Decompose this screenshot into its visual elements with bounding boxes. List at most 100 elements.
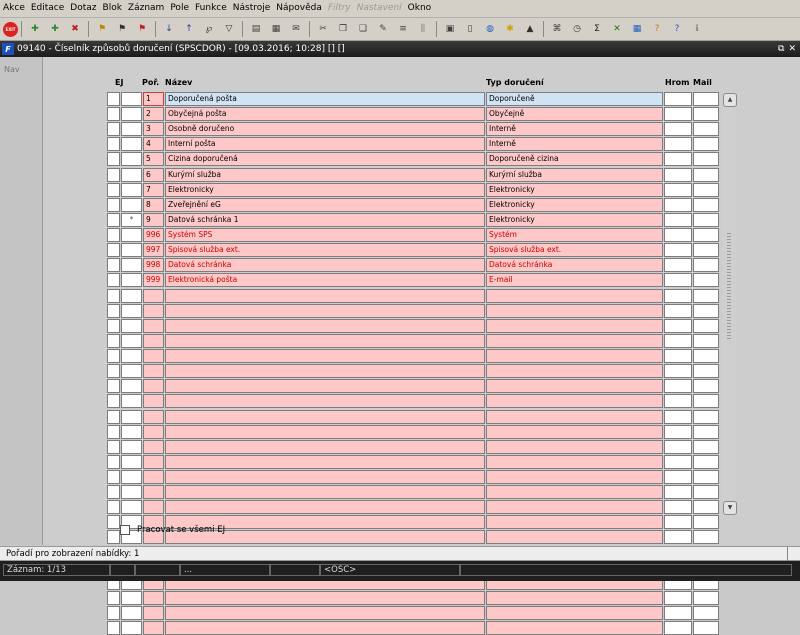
mail-cell[interactable]: [693, 107, 719, 122]
typ-doruceni-cell[interactable]: Elektronicky: [486, 197, 663, 212]
ej-cell[interactable]: [121, 197, 142, 212]
excel-icon[interactable]: ✕: [609, 21, 625, 37]
typ-doruceni-cell[interactable]: [486, 364, 663, 379]
mail-cell[interactable]: [693, 394, 719, 409]
restore-window-icon[interactable]: ⧉: [778, 44, 784, 54]
row-selector[interactable]: [107, 318, 120, 333]
nazev-cell[interactable]: [165, 485, 485, 500]
hrom-cell[interactable]: [664, 470, 692, 484]
hrom-cell[interactable]: [664, 590, 692, 605]
mail-cell[interactable]: [693, 137, 719, 152]
row-selector[interactable]: [107, 349, 120, 364]
hrom-cell[interactable]: [664, 409, 692, 424]
hrom-cell[interactable]: [664, 228, 692, 243]
nazev-cell[interactable]: Datová schránka: [165, 258, 485, 273]
hrom-cell[interactable]: [664, 454, 692, 469]
ej-cell[interactable]: [121, 258, 142, 273]
document-icon[interactable]: ▯: [462, 21, 478, 37]
mail-cell[interactable]: [693, 500, 719, 515]
nazev-cell[interactable]: Cizina doporučená: [165, 152, 485, 167]
ej-cell[interactable]: [121, 500, 142, 515]
hrom-cell[interactable]: [664, 288, 692, 303]
typ-doruceni-cell[interactable]: [486, 470, 663, 484]
menu-editace[interactable]: Editace: [28, 0, 67, 17]
typ-doruceni-cell[interactable]: [486, 454, 663, 469]
typ-doruceni-cell[interactable]: [486, 530, 663, 545]
poradi-cell[interactable]: [143, 424, 164, 439]
typ-doruceni-cell[interactable]: [486, 424, 663, 439]
scroll-down-icon[interactable]: ▼: [723, 501, 737, 515]
row-selector[interactable]: [107, 621, 120, 635]
nazev-cell[interactable]: [165, 333, 485, 348]
row-selector[interactable]: [107, 167, 120, 182]
hrom-cell[interactable]: [664, 379, 692, 394]
hrom-cell[interactable]: [664, 515, 692, 530]
sum-icon[interactable]: Σ: [589, 21, 605, 37]
mail-cell[interactable]: [693, 197, 719, 212]
typ-doruceni-cell[interactable]: Doporučeně: [486, 92, 663, 106]
row-selector[interactable]: [107, 500, 120, 515]
typ-doruceni-cell[interactable]: Kurýrní služba: [486, 167, 663, 182]
typ-doruceni-cell[interactable]: [486, 439, 663, 454]
poradi-cell[interactable]: [143, 409, 164, 424]
ej-cell[interactable]: [121, 439, 142, 454]
context-help-icon[interactable]: ?: [669, 21, 685, 37]
typ-doruceni-cell[interactable]: [486, 394, 663, 409]
row-selector[interactable]: [107, 137, 120, 152]
ej-cell[interactable]: [121, 92, 142, 106]
poradi-cell[interactable]: [143, 454, 164, 469]
row-selector[interactable]: [107, 258, 120, 273]
delete-record-icon[interactable]: ✖: [67, 21, 83, 37]
print-preview-icon[interactable]: ▦: [268, 21, 284, 37]
menu-okno[interactable]: Okno: [405, 0, 435, 17]
poradi-cell[interactable]: 3: [143, 122, 164, 137]
print-icon[interactable]: ▤: [248, 21, 264, 37]
mail-cell[interactable]: [693, 439, 719, 454]
ej-cell[interactable]: [121, 349, 142, 364]
nazev-cell[interactable]: Kurýrní služba: [165, 167, 485, 182]
ej-cell[interactable]: [121, 606, 142, 621]
mail-cell[interactable]: [693, 167, 719, 182]
typ-doruceni-cell[interactable]: Interně: [486, 137, 663, 152]
cancel-query-icon[interactable]: ⚑: [134, 21, 150, 37]
nazev-cell[interactable]: Obyčejná pošta: [165, 107, 485, 122]
hrom-cell[interactable]: [664, 137, 692, 152]
mail-cell[interactable]: [693, 333, 719, 348]
star-icon[interactable]: ✱: [502, 21, 518, 37]
mail-cell[interactable]: [693, 288, 719, 303]
poradi-cell[interactable]: [143, 485, 164, 500]
typ-doruceni-cell[interactable]: [486, 288, 663, 303]
mail-cell[interactable]: [693, 409, 719, 424]
save-icon[interactable]: ✚: [27, 21, 43, 37]
ej-cell[interactable]: [121, 273, 142, 288]
row-selector[interactable]: [107, 409, 120, 424]
nazev-cell[interactable]: [165, 409, 485, 424]
ej-cell[interactable]: [121, 243, 142, 258]
mail-cell[interactable]: [693, 243, 719, 258]
menu-blok[interactable]: Blok: [100, 0, 125, 17]
hrom-cell[interactable]: [664, 485, 692, 500]
menu-akce[interactable]: Akce: [0, 0, 28, 17]
query-where-icon[interactable]: ℘: [201, 21, 217, 37]
poradi-cell[interactable]: 4: [143, 137, 164, 152]
nazev-cell[interactable]: [165, 590, 485, 605]
typ-doruceni-cell[interactable]: [486, 303, 663, 318]
hrom-cell[interactable]: [664, 439, 692, 454]
ej-cell[interactable]: [121, 364, 142, 379]
typ-doruceni-cell[interactable]: Elektronicky: [486, 212, 663, 227]
row-selector[interactable]: [107, 364, 120, 379]
ej-cell[interactable]: [121, 107, 142, 122]
ej-cell[interactable]: [121, 228, 142, 243]
mail-cell[interactable]: [693, 349, 719, 364]
mail-cell[interactable]: [693, 228, 719, 243]
hrom-cell[interactable]: [664, 182, 692, 197]
mail-cell[interactable]: [693, 515, 719, 530]
exit-button[interactable]: EXIT: [3, 21, 18, 37]
copy-icon[interactable]: ❐: [335, 21, 351, 37]
mail-cell[interactable]: [693, 303, 719, 318]
row-selector[interactable]: [107, 333, 120, 348]
vertical-scrollbar[interactable]: ▲ ▼: [722, 91, 737, 515]
typ-doruceni-cell[interactable]: Systém: [486, 228, 663, 243]
nazev-cell[interactable]: Elektronická pošta: [165, 273, 485, 288]
nazev-cell[interactable]: [165, 621, 485, 635]
